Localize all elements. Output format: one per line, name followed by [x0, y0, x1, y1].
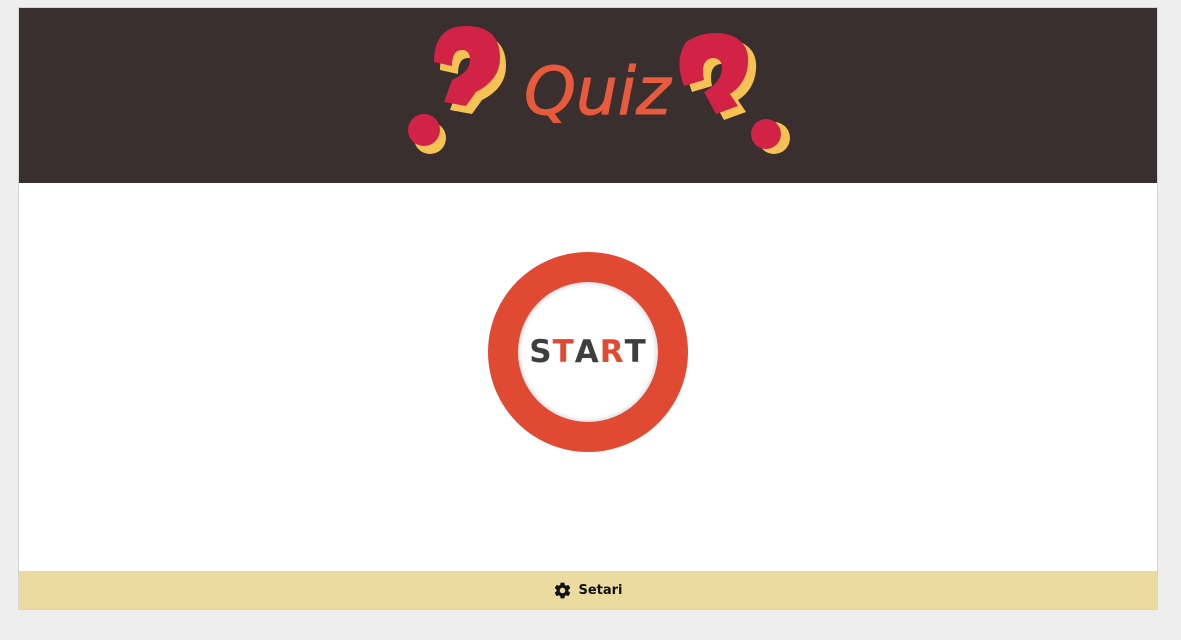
question-mark-right-icon	[679, 33, 790, 154]
header: Quiz	[19, 8, 1157, 183]
footer-bar: Setari	[19, 571, 1157, 609]
start-letter: A	[574, 334, 600, 370]
question-mark-left-icon	[408, 26, 506, 154]
logo-text: Quiz	[524, 53, 672, 130]
start-label: START	[529, 334, 647, 370]
start-letter: T	[624, 334, 647, 370]
start-letter: S	[529, 334, 553, 370]
quiz-logo: Quiz	[408, 26, 790, 154]
start-button-inner: START	[518, 282, 658, 422]
main-area: START	[19, 183, 1157, 573]
start-letter: R	[599, 334, 625, 370]
start-button[interactable]: START	[488, 252, 688, 452]
settings-label: Setari	[578, 582, 623, 598]
settings-button[interactable]: Setari	[553, 581, 623, 600]
start-letter: T	[552, 334, 575, 370]
gear-icon	[555, 582, 571, 598]
app-frame: Quiz START Setari	[18, 7, 1158, 610]
